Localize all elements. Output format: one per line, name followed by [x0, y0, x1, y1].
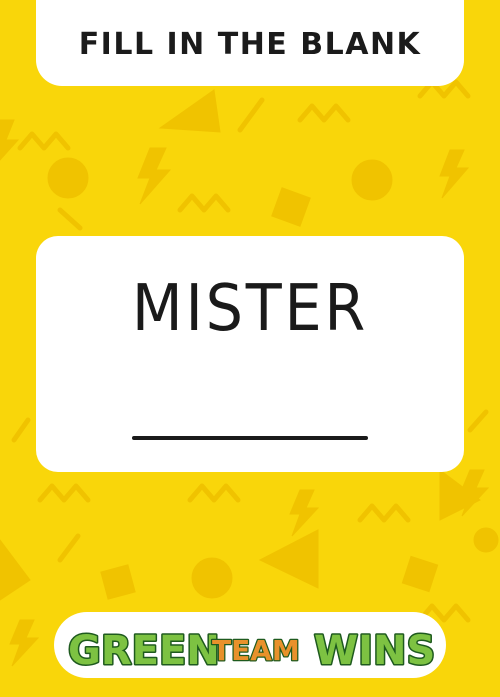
word-card: MISTER: [36, 236, 464, 472]
zigzag-shape: [187, 483, 241, 503]
lightning-icon: [289, 489, 320, 537]
green-team-wins-logo: GREEN TEAM WINS: [54, 612, 446, 678]
lightning-icon: [137, 147, 172, 205]
logo-word-team: TEAM: [212, 634, 300, 667]
circle-shape: [473, 527, 499, 553]
lightning-icon: [439, 149, 470, 199]
zigzag-shape: [37, 483, 91, 503]
line-shape: [57, 207, 83, 231]
zigzag-shape: [17, 131, 71, 151]
prompt-word: MISTER: [131, 272, 369, 346]
zigzag-shape: [297, 103, 351, 123]
header-card: FILL IN THE BLANK: [36, 0, 464, 86]
zigzag-shape: [177, 193, 231, 213]
line-shape: [11, 417, 31, 443]
square-shape: [271, 187, 311, 227]
circle-shape: [351, 159, 393, 201]
page-title: FILL IN THE BLANK: [78, 27, 422, 62]
square-shape: [401, 555, 439, 593]
circle-shape: [191, 557, 233, 599]
triangle-shape: [158, 89, 221, 133]
square-shape: [100, 564, 136, 600]
lightning-icon: [0, 119, 20, 161]
logo-word-wins: WINS: [314, 628, 435, 674]
lightning-icon: [9, 619, 40, 667]
lightning-icon: [459, 469, 490, 517]
answer-blank-line: [132, 436, 368, 440]
zigzag-shape: [357, 503, 411, 523]
line-shape: [467, 409, 489, 433]
line-shape: [57, 533, 81, 563]
logo-word-green: GREEN: [68, 628, 220, 674]
line-shape: [237, 97, 265, 133]
circle-shape: [47, 157, 89, 199]
triangle-shape: [258, 529, 319, 589]
triangle-shape: [0, 539, 31, 601]
